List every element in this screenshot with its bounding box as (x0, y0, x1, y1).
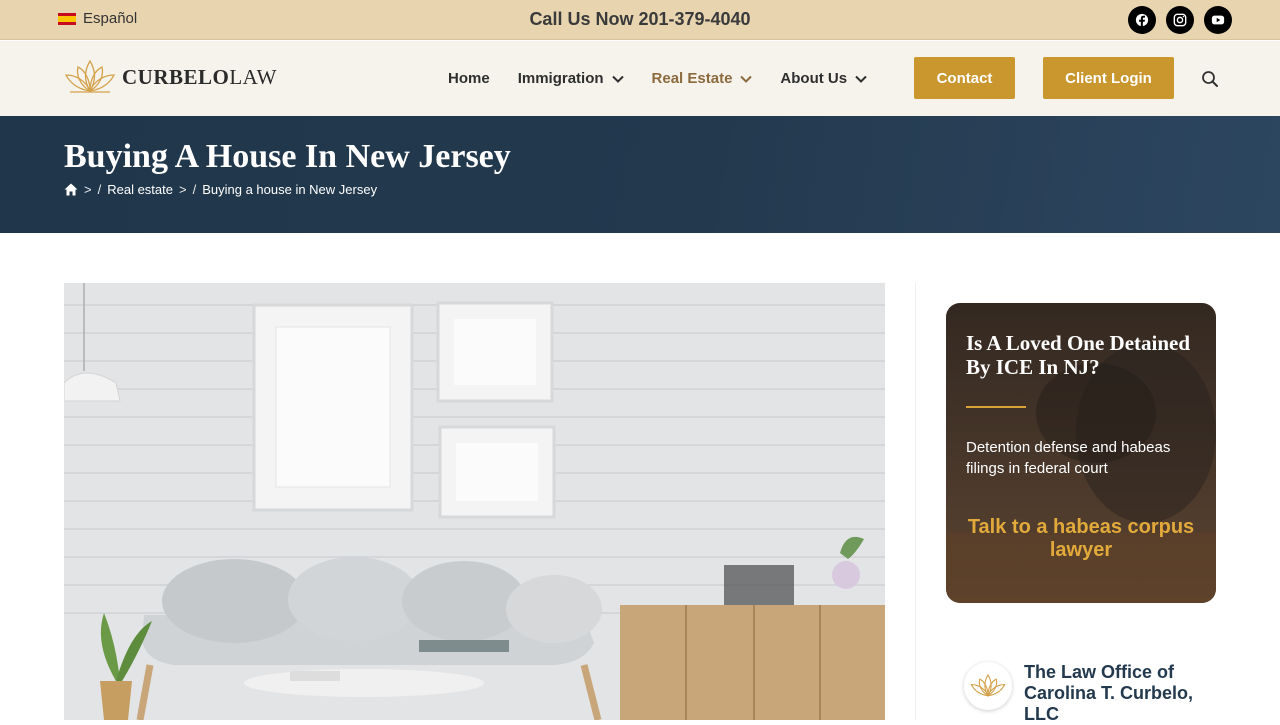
firm-card: The Law Office of Carolina T. Curbelo, L… (964, 662, 1204, 725)
breadcrumb-separator: > (84, 182, 92, 197)
firm-name: The Law Office of Carolina T. Curbelo, L… (1024, 662, 1194, 724)
firm-logo (964, 662, 1012, 710)
nav-real-estate-label[interactable]: Real Estate (652, 70, 733, 87)
site-header: CURBELOLAW Home Immigration Real Estate … (0, 41, 1280, 116)
nav-home-label[interactable]: Home (448, 70, 490, 87)
breadcrumb: > / Real estate > / Buying a house in Ne… (64, 182, 377, 197)
chevron-down-icon (611, 75, 624, 83)
page-title-band: Buying A House In New Jersey > / Real es… (0, 116, 1280, 233)
ad-divider (966, 406, 1026, 408)
site-logo[interactable]: CURBELOLAW (64, 59, 277, 95)
lotus-logo-icon (970, 673, 1006, 697)
search-icon[interactable] (1201, 70, 1219, 88)
client-login-button[interactable]: Client Login (1043, 57, 1174, 99)
main-nav: Home Immigration Real Estate About Us (448, 41, 895, 116)
nav-immigration-label[interactable]: Immigration (518, 70, 604, 87)
breadcrumb-separator: / (97, 182, 102, 197)
living-room-illustration (64, 283, 885, 720)
logo-text: CURBELOLAW (122, 64, 277, 89)
call-us-phone[interactable]: Call Us Now 201-379-4040 (0, 9, 1280, 30)
chevron-down-icon (740, 75, 753, 83)
nav-about-us[interactable]: About Us (780, 70, 867, 87)
youtube-icon[interactable] (1204, 6, 1232, 34)
breadcrumb-separator: > (178, 182, 187, 197)
social-links (1128, 6, 1232, 34)
lotus-logo-icon (64, 59, 116, 93)
instagram-icon[interactable] (1166, 6, 1194, 34)
home-icon[interactable] (64, 183, 78, 196)
ice-detention-ad[interactable]: Is A Loved One Detained By ICE In NJ? De… (946, 303, 1216, 603)
nav-home[interactable]: Home (448, 70, 490, 87)
top-bar: Español Call Us Now 201-379-4040 (0, 0, 1280, 40)
ad-subtitle: Detention defense and habeas filings in … (966, 439, 1171, 477)
ad-cta-link[interactable]: Talk to a habeas corpus lawyer (946, 516, 1216, 562)
breadcrumb-separator: / (192, 182, 197, 197)
content-divider (915, 283, 916, 720)
breadcrumb-current: Buying a house in New Jersey (202, 182, 378, 197)
article-featured-image (64, 283, 885, 720)
nav-immigration[interactable]: Immigration (518, 70, 624, 87)
breadcrumb-real-estate[interactable]: Real estate (107, 182, 173, 197)
facebook-icon[interactable] (1128, 6, 1156, 34)
nav-real-estate[interactable]: Real Estate (652, 70, 753, 87)
chevron-down-icon (855, 75, 867, 83)
nav-about-us-label[interactable]: About Us (780, 70, 847, 87)
contact-button[interactable]: Contact (914, 57, 1015, 99)
ad-title: Is A Loved One Detained By ICE In NJ? (966, 331, 1191, 379)
page-title: Buying A House In New Jersey (64, 138, 511, 175)
